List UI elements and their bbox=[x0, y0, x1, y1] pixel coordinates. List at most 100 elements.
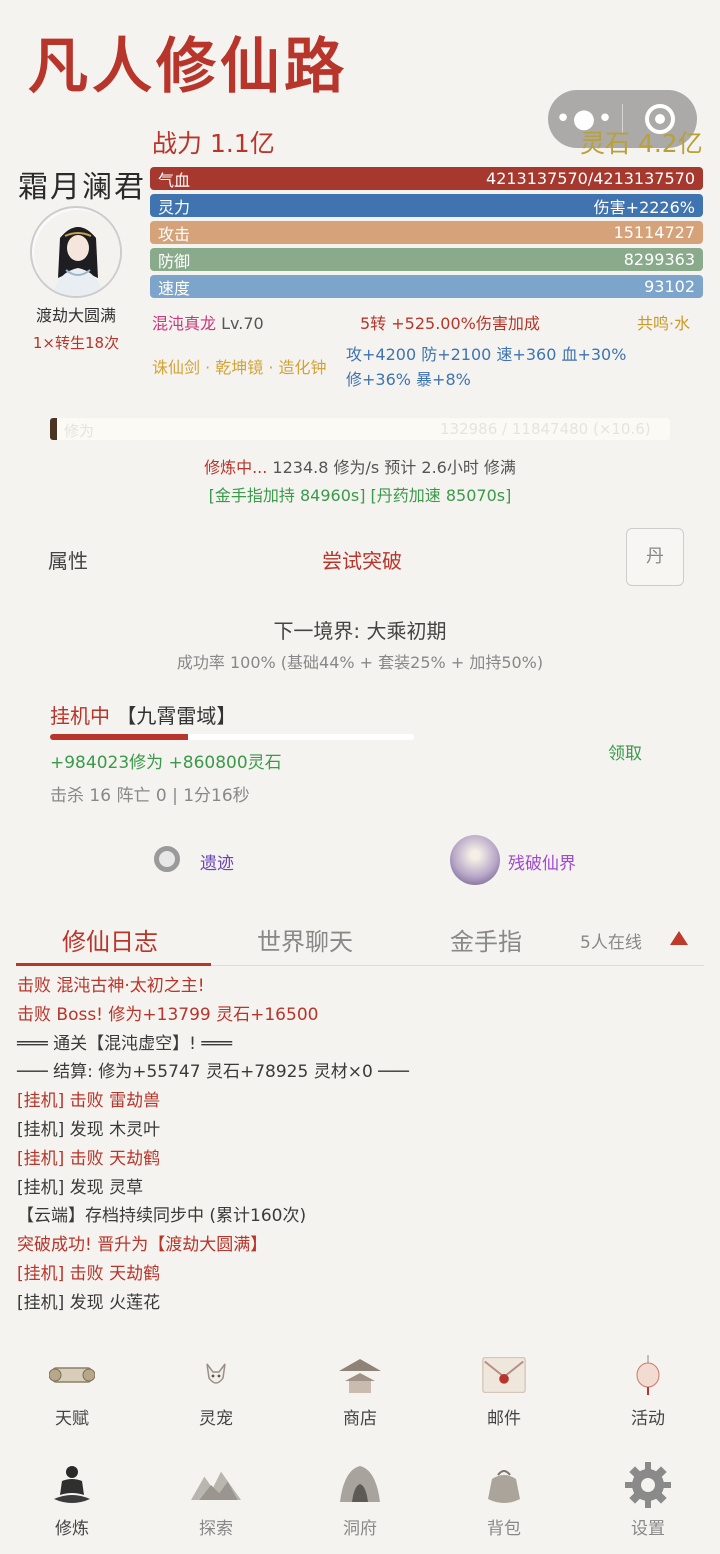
nav-label: 天赋 bbox=[55, 1409, 89, 1429]
active-tab-underline bbox=[16, 963, 211, 966]
gear-icon bbox=[623, 1460, 673, 1510]
log-line: [挂机] 击败 天劫鹤 bbox=[17, 1263, 161, 1284]
broken-realm-link[interactable]: 残破仙界 bbox=[508, 849, 576, 874]
log-line: 【云端】存档持续同步中 (累计160次) bbox=[17, 1206, 307, 1227]
collapse-triangle-icon[interactable] bbox=[670, 931, 688, 945]
nav-item-scroll[interactable]: 天赋 bbox=[12, 1350, 132, 1429]
nav-item-fox[interactable]: 灵宠 bbox=[156, 1350, 276, 1429]
breakthrough-button[interactable]: 尝试突破 bbox=[322, 545, 402, 574]
nav-label: 修炼 bbox=[55, 1519, 89, 1539]
nav-item-meditate[interactable]: 修炼 bbox=[12, 1460, 132, 1539]
avatar[interactable] bbox=[30, 206, 122, 298]
log-line: [挂机] 击败 天劫鹤 bbox=[17, 1148, 161, 1169]
pet-name: 混沌真龙 bbox=[152, 314, 217, 333]
nav-item-envelope[interactable]: 邮件 bbox=[444, 1350, 564, 1429]
combat-power: 战力 1.1亿 bbox=[152, 129, 275, 158]
tab-cultivation-log[interactable]: 修仙日志 bbox=[62, 922, 158, 957]
nav-label: 洞府 bbox=[343, 1519, 377, 1539]
speed-value: 93102 bbox=[644, 277, 695, 296]
rebirth-bonus: 5转 +525.00%伤害加成 bbox=[360, 314, 540, 333]
tab-cheat[interactable]: 金手指 bbox=[450, 922, 522, 957]
broken-realm-icon[interactable] bbox=[450, 835, 500, 885]
log-line: 击败 Boss! 修为+13799 灵石+16500 bbox=[17, 1004, 319, 1025]
log-line: 突破成功! 晋升为【渡劫大圆满】 bbox=[17, 1235, 268, 1256]
training-status: 修炼中... 1234.8 修为/s 预计 2.6小时 修满 bbox=[0, 454, 720, 478]
log-line: [挂机] 击败 雷劫兽 bbox=[17, 1091, 161, 1112]
player-name: 霜月澜君 bbox=[18, 170, 146, 205]
mp-label: 灵力 bbox=[158, 197, 191, 217]
speed-bar: 速度 93102 bbox=[150, 275, 703, 298]
log-line: [挂机] 发现 木灵叶 bbox=[17, 1119, 161, 1140]
cave-icon bbox=[335, 1460, 385, 1510]
set-bonus-line-1: 攻+4200 防+2100 速+360 血+30% bbox=[346, 345, 627, 364]
defense-bar: 防御 8299363 bbox=[150, 248, 703, 271]
tab-world-chat[interactable]: 世界聊天 bbox=[257, 922, 353, 957]
mp-bar: 灵力 伤害+2226% bbox=[150, 194, 703, 217]
nav-label: 探索 bbox=[199, 1519, 233, 1539]
claim-button[interactable]: 领取 bbox=[608, 739, 642, 764]
attributes-button[interactable]: 属性 bbox=[48, 545, 88, 574]
ruins-link[interactable]: 遗迹 bbox=[200, 849, 234, 874]
rebirth-count: 1×转生18次 bbox=[32, 334, 120, 352]
meditate-icon bbox=[47, 1460, 97, 1510]
nav-item-mountain[interactable]: 探索 bbox=[156, 1460, 276, 1539]
equipment-set[interactable]: 诛仙剑 · 乾坤镜 · 造化钟 bbox=[152, 354, 327, 378]
envelope-icon bbox=[479, 1350, 529, 1400]
nav-label: 灵宠 bbox=[199, 1409, 233, 1429]
nav-label: 商店 bbox=[343, 1409, 377, 1429]
nav-label: 活动 bbox=[631, 1409, 665, 1429]
nav-label: 背包 bbox=[487, 1519, 521, 1539]
pill-button[interactable]: 丹 bbox=[626, 528, 684, 586]
pet-info[interactable]: 混沌真龙 Lv.70 bbox=[152, 310, 264, 334]
hp-bar: 气血 4213137570/4213137570 bbox=[150, 167, 703, 190]
nav-label: 邮件 bbox=[487, 1409, 521, 1429]
online-count: 5人在线 bbox=[580, 933, 642, 953]
afk-stats: 击杀 16 阵亡 0 | 1分16秒 bbox=[50, 786, 250, 806]
training-rate: 1234.8 修为/s 预计 2.6小时 修满 bbox=[267, 458, 516, 477]
attack-label: 攻击 bbox=[158, 224, 191, 244]
log-line: [挂机] 发现 火莲花 bbox=[17, 1292, 161, 1313]
mp-value: 伤害+2226% bbox=[593, 197, 695, 217]
afk-status: 挂机中 【九霄雷域】 bbox=[50, 700, 236, 729]
nav-item-lantern[interactable]: 活动 bbox=[588, 1350, 708, 1429]
scroll-icon bbox=[47, 1350, 97, 1400]
fox-icon bbox=[191, 1350, 241, 1400]
lantern-icon bbox=[623, 1350, 673, 1400]
cultivation-progress-fill bbox=[50, 418, 57, 440]
log-line: 击败 混沌古神·太初之主! bbox=[17, 976, 205, 996]
resonance: 共鸣·水 bbox=[637, 314, 691, 333]
pet-level: Lv.70 bbox=[221, 314, 264, 333]
game-title: 凡人修仙路 bbox=[28, 32, 348, 102]
afk-state: 挂机中 bbox=[50, 704, 110, 728]
afk-gains: +984023修为 +860800灵石 bbox=[50, 753, 282, 773]
set-bonus-line-2: 修+36% 暴+8% bbox=[346, 370, 471, 389]
ruins-icon[interactable] bbox=[154, 846, 180, 872]
log-line: ═══ 通关【混沌虚空】! ═══ bbox=[17, 1033, 233, 1054]
nav-item-pavilion[interactable]: 商店 bbox=[300, 1350, 420, 1429]
defense-label: 防御 bbox=[158, 251, 191, 271]
player-realm: 渡劫大圆满 bbox=[35, 306, 116, 325]
nav-item-cave[interactable]: 洞府 bbox=[300, 1460, 420, 1539]
afk-progress-fill bbox=[50, 734, 188, 740]
log-list: 击败 混沌古神·太初之主! 击败 Boss! 修为+13799 灵石+16500 ═… bbox=[17, 972, 707, 1318]
active-buffs: [金手指加持 84960s] [丹药加速 85070s] bbox=[208, 486, 512, 505]
nav-item-gear[interactable]: 设置 bbox=[588, 1460, 708, 1539]
nav-label: 设置 bbox=[631, 1519, 665, 1539]
success-rate: 成功率 100% (基础44% + 套装25% + 加持50%) bbox=[176, 653, 544, 672]
cultivation-progress-value: 132986 / 11847480 (×10.6) bbox=[440, 420, 651, 438]
hp-value: 4213137570/4213137570 bbox=[486, 169, 695, 188]
pavilion-icon bbox=[335, 1350, 385, 1400]
cultivation-label: 修为 bbox=[64, 422, 95, 440]
training-state: 修炼中... bbox=[204, 458, 268, 477]
spirit-stones-count: 灵石 4.2亿 bbox=[580, 129, 703, 158]
hp-label: 气血 bbox=[158, 170, 191, 190]
defense-value: 8299363 bbox=[623, 250, 695, 269]
set-bonus: 攻+4200 防+2100 速+360 血+30% 修+36% 暴+8% bbox=[346, 342, 626, 392]
speed-label: 速度 bbox=[158, 278, 191, 298]
log-line: ─── 结算: 修为+55747 灵石+78925 灵材×0 ─── bbox=[17, 1062, 409, 1083]
log-line: [挂机] 发现 灵草 bbox=[17, 1177, 144, 1198]
attack-value: 15114727 bbox=[613, 223, 695, 242]
nav-item-bag[interactable]: 背包 bbox=[444, 1460, 564, 1539]
bag-icon bbox=[479, 1460, 529, 1510]
next-realm: 下一境界: 大乘初期 bbox=[273, 619, 447, 643]
